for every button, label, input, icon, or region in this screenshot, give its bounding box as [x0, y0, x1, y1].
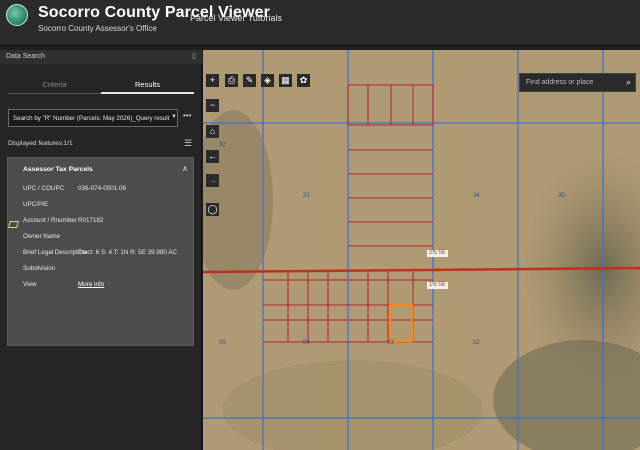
field-label: Subdivision [23, 265, 56, 272]
field-value: R017182 [78, 217, 104, 224]
chevron-down-icon[interactable]: ▼ [171, 114, 177, 120]
section-number: 03 [387, 340, 394, 346]
panel-title: Data Search [6, 53, 45, 60]
more-options-icon[interactable]: ••• [183, 111, 191, 120]
search-tabs: Criteria Results [8, 80, 194, 94]
displayed-features-count: Displayed features:1/1 [8, 140, 73, 147]
forward-icon[interactable]: → [206, 174, 219, 187]
back-icon[interactable]: ← [206, 150, 219, 163]
layers-icon[interactable]: ◈ [261, 74, 274, 87]
map-canvas[interactable] [203, 50, 640, 450]
app-header: Socorro County Parcel Viewer Socorro Cou… [0, 0, 640, 46]
township-label: 1N 5E [427, 282, 448, 289]
field-label: UPC / COUPC [23, 185, 65, 192]
chevron-up-icon[interactable]: ∧ [182, 164, 188, 173]
app-subtitle: Socorro County Assessor's Office [38, 24, 157, 33]
field-label: View [23, 281, 37, 288]
more-info-link[interactable]: More info [78, 281, 104, 288]
panel-collapse-icon[interactable]: ▯ [192, 52, 196, 60]
zoom-out-icon[interactable]: − [206, 99, 219, 112]
tutorials-link[interactable]: Parcel Viewer Tutorials [190, 13, 282, 23]
card-title: Assessor Tax Parcels [23, 166, 93, 173]
address-search-box[interactable]: Find address or place ⌕ [519, 73, 636, 92]
print-icon[interactable]: ⎙ [225, 74, 238, 87]
data-search-panel: Data Search ▯ Criteria Results Search by… [0, 50, 202, 450]
search-icon[interactable]: ⌕ [626, 77, 631, 88]
query-select[interactable]: Search by "R" Number (Parcels: May 2026)… [8, 109, 178, 127]
field-label: Account / Rnumber [23, 217, 77, 224]
field-value: Tract: 6 S: 4 T: 1N R: 5E 39.980 AC [78, 249, 178, 256]
search-input[interactable]: Find address or place [526, 79, 593, 86]
field-label: Owner Name [23, 233, 61, 240]
section-number: 34 [473, 193, 480, 199]
tab-results[interactable]: Results [101, 80, 194, 94]
locate-icon[interactable]: ◯ [206, 203, 219, 216]
section-number: 33 [303, 193, 310, 199]
county-seal-logo [6, 4, 28, 26]
home-icon[interactable]: ⌂ [206, 125, 219, 138]
section-number: 02 [473, 340, 480, 346]
section-number: 04 [303, 340, 310, 346]
analysis-icon[interactable]: ✿ [297, 74, 310, 87]
field-label: Brief Legal Description [23, 249, 87, 256]
list-view-icon[interactable]: ☰ [184, 138, 192, 149]
parcel-shape-icon [8, 221, 19, 228]
section-number: 32 [219, 142, 226, 148]
township-label: 2N 5E [427, 250, 448, 257]
draw-icon[interactable]: ✎ [243, 74, 256, 87]
tab-criteria[interactable]: Criteria [8, 80, 101, 94]
map-view[interactable]: + − ⌂ ← → ◯ ⎙ ✎ ◈ ▦ ✿ Find address or pl… [203, 50, 640, 450]
result-card[interactable]: Assessor Tax Parcels ∧ UPC / COUPC 036-0… [7, 157, 194, 346]
field-label: UPC/PIE [23, 201, 49, 208]
field-value: 036-074-0001.06 [78, 185, 126, 192]
panel-header: Data Search ▯ [0, 50, 202, 64]
section-number: 05 [219, 340, 226, 346]
section-number: 35 [558, 193, 565, 199]
basemap-icon[interactable]: ▦ [279, 74, 292, 87]
zoom-in-icon[interactable]: + [206, 74, 219, 87]
